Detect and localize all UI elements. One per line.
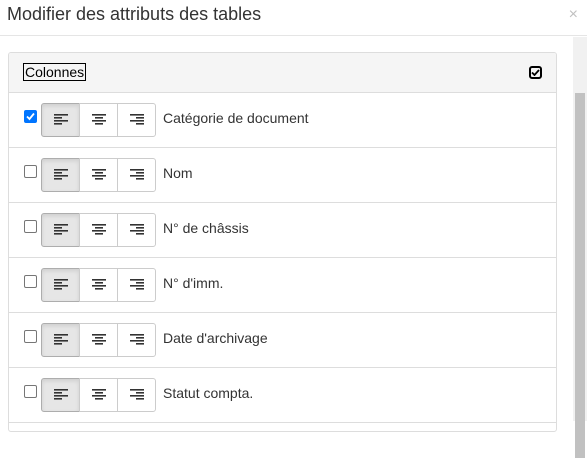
column-label: Date d'archivage [163,330,268,346]
align-center-icon [91,169,106,180]
column-label: Nom [163,165,193,181]
align-left-button[interactable] [41,378,80,412]
align-left-button[interactable] [41,323,80,357]
column-row: N° de châssis [9,203,556,258]
dialog-title: Modifier des attributs des tables [7,4,262,24]
align-left-icon [53,169,68,180]
align-right-icon [129,334,144,345]
align-center-icon [91,334,106,345]
align-right-button[interactable] [117,378,156,412]
panel-title[interactable]: Colonnes [23,63,87,81]
align-right-icon [129,114,144,125]
align-right-icon [129,389,144,400]
column-visible-checkbox[interactable] [24,385,37,398]
align-center-icon [91,224,106,235]
column-row: Statut compta. [9,368,556,423]
column-visible-checkbox[interactable] [24,165,37,178]
column-row: Nom [9,148,556,203]
column-label: Catégorie de document [163,110,309,126]
check-icon [26,112,35,121]
align-left-button[interactable] [41,103,80,137]
column-label: N° d'imm. [163,275,224,291]
align-left-icon [53,334,68,345]
alignment-button-group [41,158,156,192]
column-label: Statut compta. [163,385,254,401]
column-visible-checkbox[interactable] [24,220,37,233]
scrollbar-track[interactable] [573,37,587,458]
columns-panel: Colonnes Catégorie de document Nom N° de c… [8,52,557,432]
align-center-button[interactable] [79,323,118,357]
column-visible-checkbox[interactable] [24,330,37,343]
alignment-button-group [41,213,156,247]
check-icon [531,69,540,76]
align-right-button[interactable] [117,213,156,247]
align-left-icon [53,224,68,235]
scrollbar-thumb[interactable] [575,93,585,458]
align-left-icon [53,114,68,125]
align-left-icon [53,389,68,400]
close-icon[interactable]: × [569,5,578,25]
align-right-button[interactable] [117,323,156,357]
align-right-button[interactable] [117,103,156,137]
align-right-button[interactable] [117,158,156,192]
alignment-button-group [41,323,156,357]
align-center-button[interactable] [79,103,118,137]
align-left-icon [53,279,68,290]
align-center-button[interactable] [79,378,118,412]
select-all-checkbox[interactable] [529,66,542,79]
column-row: Date d'archivage [9,313,556,368]
align-right-icon [129,224,144,235]
align-left-button[interactable] [41,158,80,192]
column-visible-checkbox[interactable] [24,110,37,123]
align-left-button[interactable] [41,268,80,302]
panel-heading: Colonnes [9,53,556,93]
alignment-button-group [41,378,156,412]
align-center-icon [91,279,106,290]
align-center-button[interactable] [79,268,118,302]
column-label: N° de châssis [163,220,249,236]
column-row: Catégorie de document [9,93,556,148]
align-left-button[interactable] [41,213,80,247]
alignment-button-group [41,103,156,137]
align-center-button[interactable] [79,158,118,192]
align-center-icon [91,114,106,125]
align-right-icon [129,279,144,290]
modal-header: Modifier des attributs des tables × [0,0,587,36]
alignment-button-group [41,268,156,302]
align-right-icon [129,169,144,180]
column-visible-checkbox[interactable] [24,275,37,288]
column-row: N° d'imm. [9,258,556,313]
align-right-button[interactable] [117,268,156,302]
column-list: Catégorie de document Nom N° de châssis N° … [9,93,556,423]
align-center-button[interactable] [79,213,118,247]
align-center-icon [91,389,106,400]
